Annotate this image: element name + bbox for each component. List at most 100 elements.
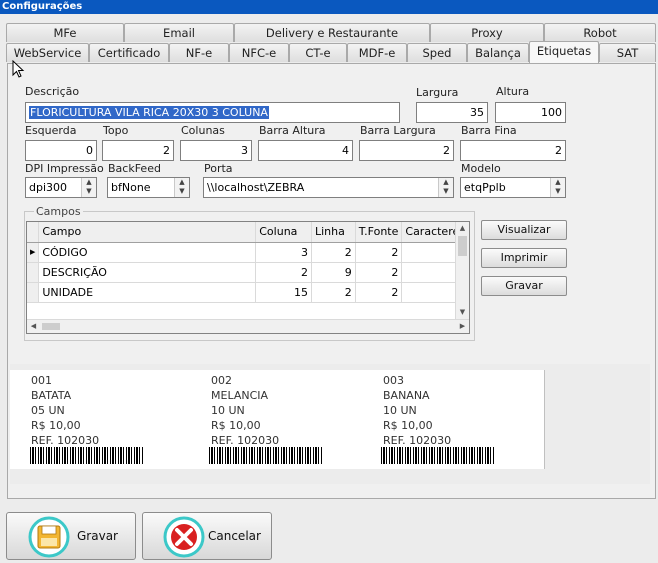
modelo-label: Modelo (461, 162, 501, 175)
label-code: 002 (211, 374, 232, 387)
label-card: 001 BATATA 05 UN R$ 10,00 REF. 102030 (10, 370, 193, 469)
barra-fina-label: Barra Fina (461, 124, 517, 137)
floppy-disk-icon (28, 516, 70, 558)
backfeed-value: bfNone (111, 181, 151, 194)
altura-field[interactable]: 100 (495, 102, 566, 123)
barcode-icon (30, 447, 143, 464)
topo-label: Topo (103, 124, 129, 137)
label-name: BANANA (383, 389, 430, 402)
barcode-icon (209, 447, 322, 464)
col-header-tfonte[interactable]: T.Fonte (355, 222, 403, 243)
tab-sped[interactable]: Sped (407, 43, 467, 62)
tab-sat[interactable]: SAT (599, 43, 656, 62)
table-row[interactable]: ▶ CÓDIGO 3 2 2 (27, 242, 469, 263)
tab-mdfe[interactable]: MDF-e (347, 43, 407, 62)
cell-tfonte[interactable]: 2 (355, 242, 403, 263)
barra-fina-field[interactable]: 2 (460, 140, 566, 161)
col-header-coluna[interactable]: Coluna (255, 222, 312, 243)
label-code: 001 (31, 374, 52, 387)
porta-label: Porta (204, 162, 233, 175)
spin-arrows-icon[interactable]: ▲ ▼ (174, 178, 189, 197)
barcode-icon (381, 447, 495, 464)
spin-arrows-icon[interactable]: ▲ ▼ (438, 178, 453, 197)
barra-altura-field[interactable]: 4 (258, 140, 353, 161)
cancelar-button-label: Cancelar (208, 529, 261, 543)
colunas-field[interactable]: 3 (180, 140, 252, 161)
visualizar-button[interactable]: Visualizar (481, 220, 567, 240)
cell-tfonte[interactable]: 2 (355, 282, 403, 303)
gravar-button-label: Gravar (77, 529, 118, 543)
tab-nfce[interactable]: NFC-e (229, 43, 289, 62)
cancelar-button[interactable]: Cancelar (142, 512, 272, 560)
barra-largura-label: Barra Largura (360, 124, 436, 137)
hscroll-thumb[interactable] (42, 323, 60, 330)
spin-arrows-icon[interactable]: ▲ ▼ (81, 178, 96, 197)
horizontal-scrollbar[interactable]: ◀ ▶ (27, 319, 469, 333)
descricao-value: FLORICULTURA VILA RICA 20X30 3 COLUNA (29, 106, 269, 119)
barra-altura-label: Barra Altura (259, 124, 326, 137)
campos-table: Campo Coluna Linha T.Fonte Caracteres ▶ … (27, 222, 469, 303)
spin-arrows-icon[interactable]: ▲ ▼ (550, 178, 565, 197)
tab-mfe[interactable]: MFe (6, 23, 124, 42)
modelo-value: etqPplb (464, 181, 506, 194)
imprimir-button[interactable]: Imprimir (481, 248, 567, 268)
dpi-select[interactable]: dpi300 ▲ ▼ (25, 177, 97, 198)
mouse-cursor-icon (12, 60, 25, 78)
cell-coluna[interactable]: 15 (255, 282, 312, 303)
label-code: 003 (383, 374, 404, 387)
tab-robot[interactable]: Robot (544, 23, 656, 42)
cell-linha[interactable]: 9 (311, 262, 356, 283)
descricao-label: Descrição (25, 85, 80, 98)
largura-field[interactable]: 35 (416, 102, 488, 123)
vertical-scrollbar[interactable]: ▲ ▼ (455, 222, 469, 319)
tab-balanca[interactable]: Balança (467, 43, 529, 62)
col-header-linha[interactable]: Linha (311, 222, 356, 243)
tab-cte[interactable]: CT-e (289, 43, 347, 62)
label-price: R$ 10,00 (31, 419, 81, 432)
label-unit: 05 UN (31, 404, 65, 417)
tab-nfe[interactable]: NF-e (169, 43, 229, 62)
label-unit: 10 UN (211, 404, 245, 417)
altura-label: Altura (496, 85, 530, 98)
cell-coluna[interactable]: 2 (255, 262, 312, 283)
topo-field[interactable]: 2 (102, 140, 174, 161)
scroll-left-icon[interactable]: ◀ (27, 320, 40, 333)
label-ref: REF. 102030 (383, 434, 452, 447)
cell-tfonte[interactable]: 2 (355, 262, 403, 283)
cell-linha[interactable]: 2 (311, 242, 356, 263)
backfeed-label: BackFeed (108, 162, 161, 175)
col-header-campo[interactable]: Campo (38, 222, 257, 243)
cell-linha[interactable]: 2 (311, 282, 356, 303)
backfeed-select[interactable]: bfNone ▲ ▼ (107, 177, 190, 198)
cell-campo[interactable]: CÓDIGO (38, 242, 257, 263)
tab-certificado[interactable]: Certificado (89, 43, 169, 62)
tab-delivery[interactable]: Delivery e Restaurante (234, 23, 430, 42)
esquerda-field[interactable]: 0 (25, 140, 97, 161)
scroll-up-icon[interactable]: ▲ (456, 222, 469, 235)
campos-grid[interactable]: Campo Coluna Linha T.Fonte Caracteres ▶ … (26, 221, 470, 334)
scroll-down-icon[interactable]: ▼ (456, 306, 469, 319)
window-title: Configurações (0, 0, 658, 14)
scroll-right-icon[interactable]: ▶ (456, 320, 469, 333)
tab-email[interactable]: Email (124, 23, 234, 42)
label-name: BATATA (31, 389, 72, 402)
cell-campo[interactable]: DESCRIÇÃO (38, 262, 257, 283)
cell-coluna[interactable]: 3 (255, 242, 312, 263)
modelo-select[interactable]: etqPplb ▲ ▼ (460, 177, 566, 198)
scroll-thumb[interactable] (458, 236, 467, 256)
colunas-label: Colunas (181, 124, 225, 137)
largura-label: Largura (416, 86, 459, 99)
label-preview-area: 001 BATATA 05 UN R$ 10,00 REF. 102030 00… (10, 364, 650, 484)
porta-select[interactable]: \\localhost\ZEBRA ▲ ▼ (203, 177, 454, 198)
row-indicator (27, 282, 40, 303)
table-row[interactable]: DESCRIÇÃO 2 9 2 (27, 262, 469, 283)
table-row[interactable]: UNIDADE 15 2 2 (27, 282, 469, 303)
descricao-field[interactable]: FLORICULTURA VILA RICA 20X30 3 COLUNA (25, 102, 400, 123)
cell-campo[interactable]: UNIDADE (38, 282, 257, 303)
gravar-button[interactable]: Gravar (6, 512, 136, 560)
barra-largura-field[interactable]: 2 (359, 140, 454, 161)
tab-etiquetas[interactable]: Etiquetas (529, 41, 599, 63)
tab-proxy[interactable]: Proxy (430, 23, 544, 42)
gravar-side-button[interactable]: Gravar (481, 276, 567, 296)
dpi-value: dpi300 (29, 181, 68, 194)
